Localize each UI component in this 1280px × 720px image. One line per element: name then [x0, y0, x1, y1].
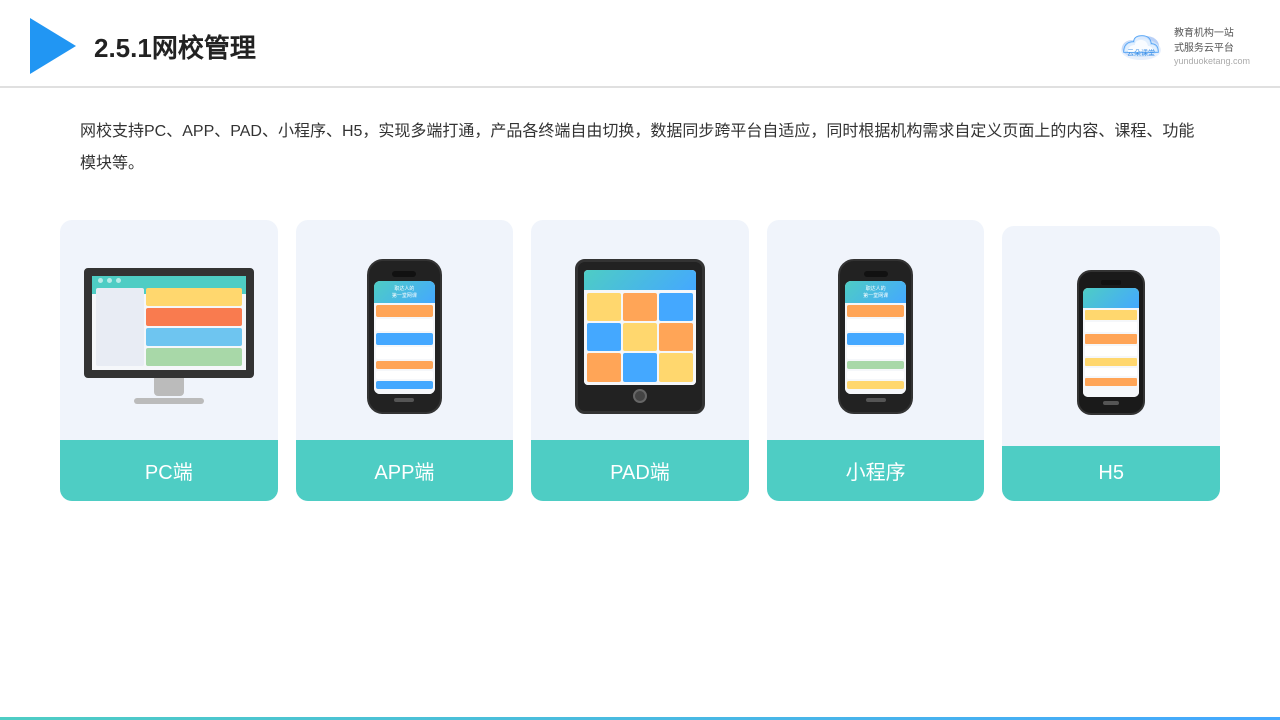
- app-phone-icon: 职达人的第一堂网课: [367, 259, 442, 414]
- miniapp-phone-icon: 职达人的第一堂网课: [838, 259, 913, 414]
- card-pc-image: [60, 220, 278, 440]
- card-pad: PAD端: [531, 220, 749, 501]
- cards-container: PC端 职达人的第一堂网课: [0, 190, 1280, 531]
- pc-monitor-icon: [84, 268, 254, 404]
- description-text: 网校支持PC、APP、PAD、小程序、H5，实现多端打通，产品各终端自由切换，数…: [0, 88, 1280, 190]
- card-app: 职达人的第一堂网课 APP端: [296, 220, 514, 501]
- page-title: 2.5.1网校管理: [94, 28, 256, 65]
- card-miniapp-label: 小程序: [767, 440, 985, 501]
- card-app-label: APP端: [296, 440, 514, 501]
- card-pc: PC端: [60, 220, 278, 501]
- header-right: 云朵课堂 教育机构一站 式服务云平台 yunduoketang.com: [1116, 26, 1250, 66]
- logo-triangle-icon: [30, 18, 76, 74]
- card-h5-label: H5: [1002, 446, 1220, 501]
- card-h5: H5: [1002, 226, 1220, 501]
- svg-text:云朵课堂: 云朵课堂: [1127, 48, 1155, 57]
- cloud-logo-icon: 云朵课堂: [1116, 28, 1166, 64]
- card-pad-label: PAD端: [531, 440, 749, 501]
- card-miniapp-image: 职达人的第一堂网课: [767, 220, 985, 440]
- card-pc-label: PC端: [60, 440, 278, 501]
- header-left: 2.5.1网校管理: [30, 18, 256, 74]
- brand-logo: 云朵课堂 教育机构一站 式服务云平台 yunduoketang.com: [1116, 26, 1250, 66]
- brand-tagline: 教育机构一站 式服务云平台: [1174, 26, 1234, 56]
- brand-url: yunduoketang.com: [1174, 56, 1250, 66]
- card-miniapp: 职达人的第一堂网课 小程序: [767, 220, 985, 501]
- description-content: 网校支持PC、APP、PAD、小程序、H5，实现多端打通，产品各终端自由切换，数…: [80, 123, 1194, 172]
- h5-phone-icon: [1077, 270, 1145, 415]
- pad-tablet-icon: [575, 259, 705, 414]
- card-app-image: 职达人的第一堂网课: [296, 220, 514, 440]
- card-h5-image: [1002, 226, 1220, 446]
- page-header: 2.5.1网校管理 云朵课堂 教育机构一站 式服务云平台 yunduoketan…: [0, 0, 1280, 88]
- card-pad-image: [531, 220, 749, 440]
- brand-text: 教育机构一站 式服务云平台 yunduoketang.com: [1174, 26, 1250, 66]
